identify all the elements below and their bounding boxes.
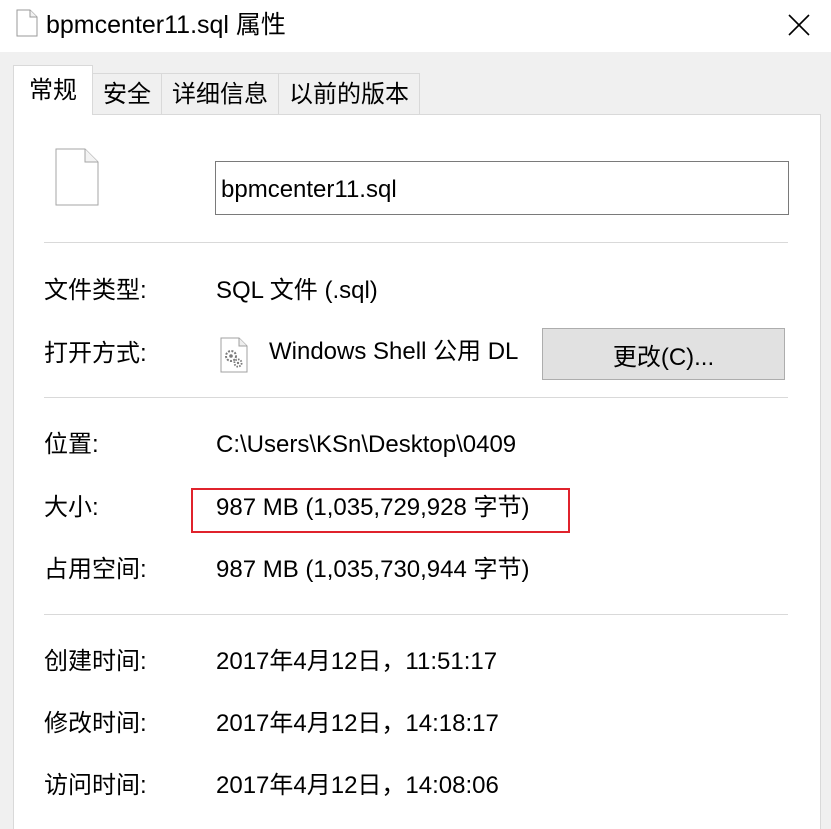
divider (44, 242, 788, 243)
tab-details[interactable]: 详细信息 (161, 73, 279, 115)
accessed-label: 访问时间: (44, 772, 147, 799)
created-value: 2017年4月12日，11:51:17 (216, 648, 498, 675)
opens-with-label: 打开方式: (44, 340, 147, 367)
file-type-label: 文件类型: (44, 277, 147, 304)
tab-strip: 常规 安全 详细信息 以前的版本 (13, 65, 420, 115)
change-button[interactable]: 更改(C)... (542, 328, 785, 380)
file-icon (16, 9, 38, 37)
size-value: 987 MB (1,035,729,928 字节) (216, 494, 530, 521)
location-value: C:\Users\KSn\Desktop\0409 (216, 431, 517, 458)
tab-security[interactable]: 安全 (92, 73, 162, 115)
file-type-value: SQL 文件 (.sql) (216, 277, 378, 304)
tab-previous-versions[interactable]: 以前的版本 (278, 73, 420, 115)
gear-document-icon (220, 337, 248, 373)
created-label: 创建时间: (44, 648, 147, 675)
size-label: 大小: (44, 494, 99, 521)
opens-with-value: Windows Shell 公用 DL (269, 338, 519, 365)
file-icon (55, 148, 99, 206)
size-on-disk-value: 987 MB (1,035,730,944 字节) (216, 556, 530, 583)
tab-general[interactable]: 常规 (13, 65, 93, 115)
window-title: bpmcenter11.sql 属性 (46, 11, 286, 39)
divider (44, 614, 788, 615)
modified-label: 修改时间: (44, 710, 147, 737)
title-bar: bpmcenter11.sql 属性 (0, 0, 831, 52)
close-button[interactable] (767, 0, 831, 50)
divider (44, 397, 788, 398)
modified-value: 2017年4月12日，14:18:17 (216, 710, 499, 737)
file-name-input[interactable] (215, 161, 789, 215)
location-label: 位置: (44, 431, 99, 458)
close-icon (788, 14, 810, 36)
accessed-value: 2017年4月12日，14:08:06 (216, 772, 499, 799)
size-on-disk-label: 占用空间: (44, 556, 147, 583)
